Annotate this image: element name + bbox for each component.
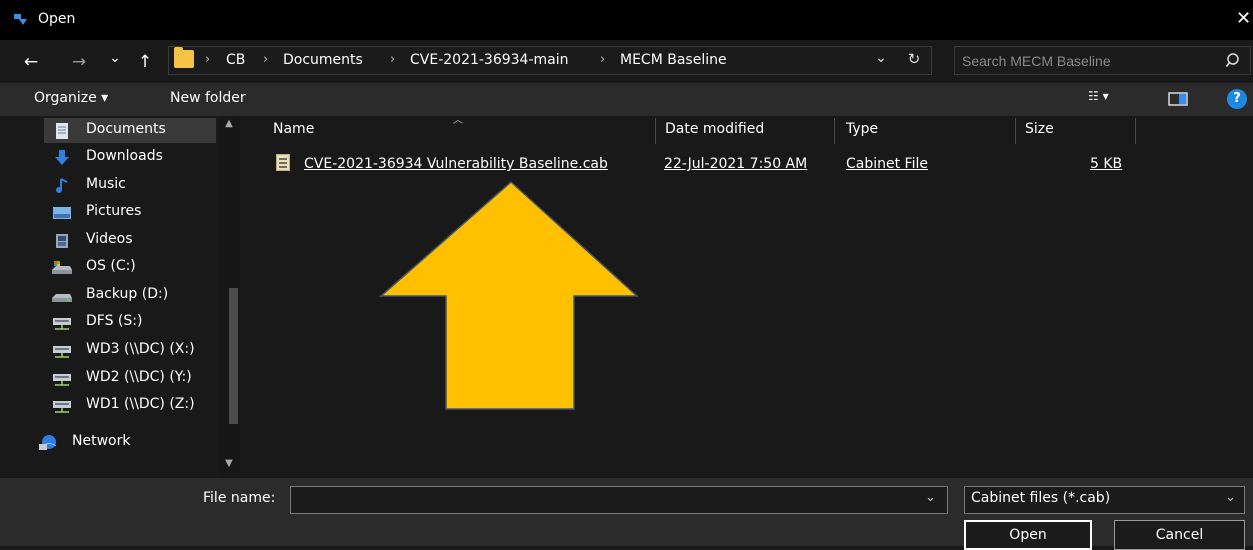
up-arrow-annotation [379, 180, 639, 410]
file-name-input[interactable] [296, 490, 906, 510]
up-arrow-annotation-shape [379, 180, 639, 410]
file-name-label: File name: [203, 490, 276, 506]
file-type-filter-value: Cabinet files (*.cab) [971, 490, 1111, 506]
chevron-down-icon[interactable]: ⌄ [1225, 490, 1243, 510]
chevron-down-icon[interactable]: ⌄ [925, 490, 943, 510]
